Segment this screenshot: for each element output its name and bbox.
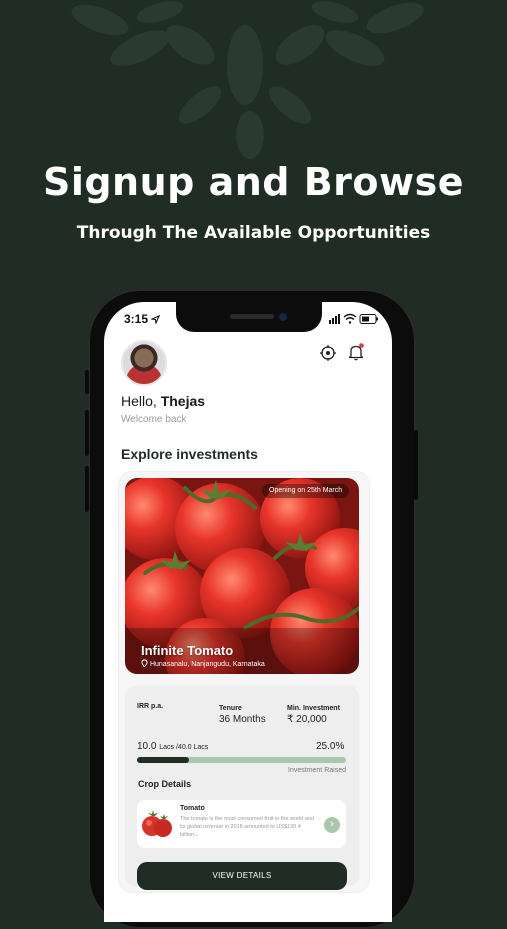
phone-side-button [414,430,418,500]
irr-label: IRR p.a. [137,703,164,710]
raised-label: Investment Raised [288,767,346,774]
bell-icon[interactable] [348,343,364,361]
farm-location: Hunasanalu, Nanjangudu, Karnataka [141,659,265,668]
crop-details-title: Crop Details [138,779,192,789]
tomato-thumbnail [142,810,172,837]
hero-subtitle: Through The Available Opportunities [76,223,431,243]
greeting: Hello, Thejas [121,393,206,409]
status-time: 3:15 [124,312,161,326]
leaf-pattern-decoration [71,1,424,159]
wifi-icon [343,313,357,324]
user-name: Thejas [160,393,206,409]
navigation-arrow-icon [150,314,161,326]
hero-title: Signup and Browse [42,160,465,204]
opening-badge: Opening on 25th March [262,484,350,498]
location-pin-icon [141,659,148,668]
phone-camera [279,313,287,321]
phone-side-button [85,410,89,456]
min-investment-value: ₹ 20,000 [287,714,327,725]
phone-side-button [85,466,89,512]
view-details-button[interactable]: VIEW DETAILS [137,862,347,890]
progress-fill [137,757,189,763]
signal-icon [329,314,340,324]
phone-side-button [85,370,89,394]
status-icons [329,313,378,324]
raised-percent: 25.0% [316,741,345,752]
avatar[interactable] [121,340,167,386]
chevron-right-icon[interactable]: › [324,817,340,833]
tenure-label: Tenure [219,705,242,712]
target-icon[interactable] [320,345,336,361]
crop-name: Tomato [180,805,205,812]
farm-title: Infinite Tomato [141,643,234,658]
crop-description: The tomato is the most consumed fruit in… [180,816,314,838]
battery-icon [359,314,378,324]
welcome-text: Welcome back [121,414,187,425]
raised-amount: 10.0 Lacs /40.0 Lacs [137,741,209,752]
notification-dot [359,343,364,348]
tenure-value: 36 Months [219,714,266,725]
phone-speaker [230,314,274,319]
section-title: Explore investments [121,446,258,462]
min-investment-label: Min. Investment [287,705,340,712]
